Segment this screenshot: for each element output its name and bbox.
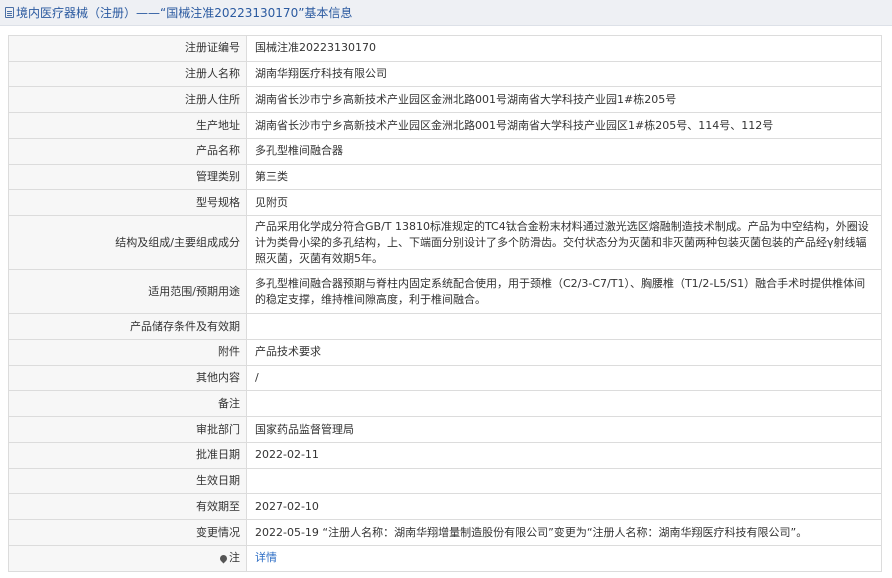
table-row: 有效期至 2027-02-10 <box>8 493 882 520</box>
table-row: 注册人住所 湖南省长沙市宁乡高新技术产业园区金洲北路001号湖南省大学科技产业园… <box>8 86 882 113</box>
field-label: 产品储存条件及有效期 <box>8 313 247 340</box>
field-value: 产品技术要求 <box>246 339 882 366</box>
field-value: 见附页 <box>246 189 882 216</box>
table-row: 备注 <box>8 390 882 417</box>
field-label: 产品名称 <box>8 138 247 165</box>
table-row: 注册证编号 国械注准20223130170 <box>8 35 882 62</box>
table-row: 变更情况 2022-05-19 “注册人名称：湖南华翔增量制造股份有限公司”变更… <box>8 519 882 546</box>
field-label: 注册人名称 <box>8 60 247 87</box>
field-label: 生效日期 <box>8 467 247 494</box>
page-title: 境内医疗器械（注册）——“国械注准20223130170”基本信息 <box>16 6 353 20</box>
field-value: 多孔型椎间融合器 <box>246 138 882 165</box>
info-table: 注册证编号 国械注准20223130170 注册人名称 湖南华翔医疗科技有限公司… <box>8 35 882 572</box>
field-label: 审批部门 <box>8 416 247 443</box>
field-label: 批准日期 <box>8 442 247 469</box>
table-row: 结构及组成/主要组成成分 产品采用化学成分符合GB/T 13810标准规定的TC… <box>8 215 882 270</box>
field-label: 管理类别 <box>8 163 247 190</box>
field-label: 注册证编号 <box>8 35 247 62</box>
field-label: 备注 <box>8 390 247 417</box>
field-label: 有效期至 <box>8 493 247 520</box>
table-row: 批准日期 2022-02-11 <box>8 442 882 469</box>
table-row: 审批部门 国家药品监督管理局 <box>8 416 882 443</box>
field-value: / <box>246 364 882 391</box>
field-value <box>246 467 882 494</box>
page-header: 境内医疗器械（注册）——“国械注准20223130170”基本信息 <box>0 0 892 26</box>
field-value: 详情 <box>246 545 882 572</box>
field-label: 变更情况 <box>8 519 247 546</box>
field-label: 适用范围/预期用途 <box>8 269 247 314</box>
field-value: 2022-05-19 “注册人名称：湖南华翔增量制造股份有限公司”变更为“注册人… <box>246 519 882 546</box>
field-label: 生产地址 <box>8 112 247 139</box>
field-label: 结构及组成/主要组成成分 <box>8 215 247 270</box>
field-value <box>246 313 882 340</box>
table-row: 注 详情 <box>8 545 882 572</box>
table-row: 产品储存条件及有效期 <box>8 313 882 340</box>
field-label: 其他内容 <box>8 364 247 391</box>
table-row: 型号规格 见附页 <box>8 189 882 216</box>
field-label: 注册人住所 <box>8 86 247 113</box>
table-row: 附件 产品技术要求 <box>8 339 882 366</box>
table-row: 产品名称 多孔型椎间融合器 <box>8 138 882 165</box>
table-row: 管理类别 第三类 <box>8 163 882 190</box>
field-value: 2027-02-10 <box>246 493 882 520</box>
details-link[interactable]: 详情 <box>255 551 277 564</box>
field-value: 产品采用化学成分符合GB/T 13810标准规定的TC4钛合金粉末材料通过激光选… <box>246 215 882 270</box>
field-value: 湖南省长沙市宁乡高新技术产业园区金洲北路001号湖南省大学科技产业园1#栋205… <box>246 86 882 113</box>
note-label: 注 <box>8 545 247 572</box>
table-row: 注册人名称 湖南华翔医疗科技有限公司 <box>8 60 882 87</box>
field-label: 注 <box>229 551 240 565</box>
document-icon <box>5 7 14 18</box>
field-value: 湖南省长沙市宁乡高新技术产业园区金洲北路001号湖南省大学科技产业园区1#栋20… <box>246 112 882 139</box>
pin-icon <box>218 553 229 564</box>
field-value <box>246 390 882 417</box>
table-row: 生效日期 <box>8 467 882 494</box>
field-value: 多孔型椎间融合器预期与脊柱内固定系统配合使用，用于颈椎（C2/3-C7/T1）、… <box>246 269 882 314</box>
field-value: 第三类 <box>246 163 882 190</box>
field-value: 国械注准20223130170 <box>246 35 882 62</box>
field-label: 附件 <box>8 339 247 366</box>
field-label: 型号规格 <box>8 189 247 216</box>
field-value: 2022-02-11 <box>246 442 882 469</box>
table-row: 适用范围/预期用途 多孔型椎间融合器预期与脊柱内固定系统配合使用，用于颈椎（C2… <box>8 269 882 314</box>
field-value: 国家药品监督管理局 <box>246 416 882 443</box>
field-value: 湖南华翔医疗科技有限公司 <box>246 60 882 87</box>
table-row: 其他内容 / <box>8 364 882 391</box>
table-row: 生产地址 湖南省长沙市宁乡高新技术产业园区金洲北路001号湖南省大学科技产业园区… <box>8 112 882 139</box>
